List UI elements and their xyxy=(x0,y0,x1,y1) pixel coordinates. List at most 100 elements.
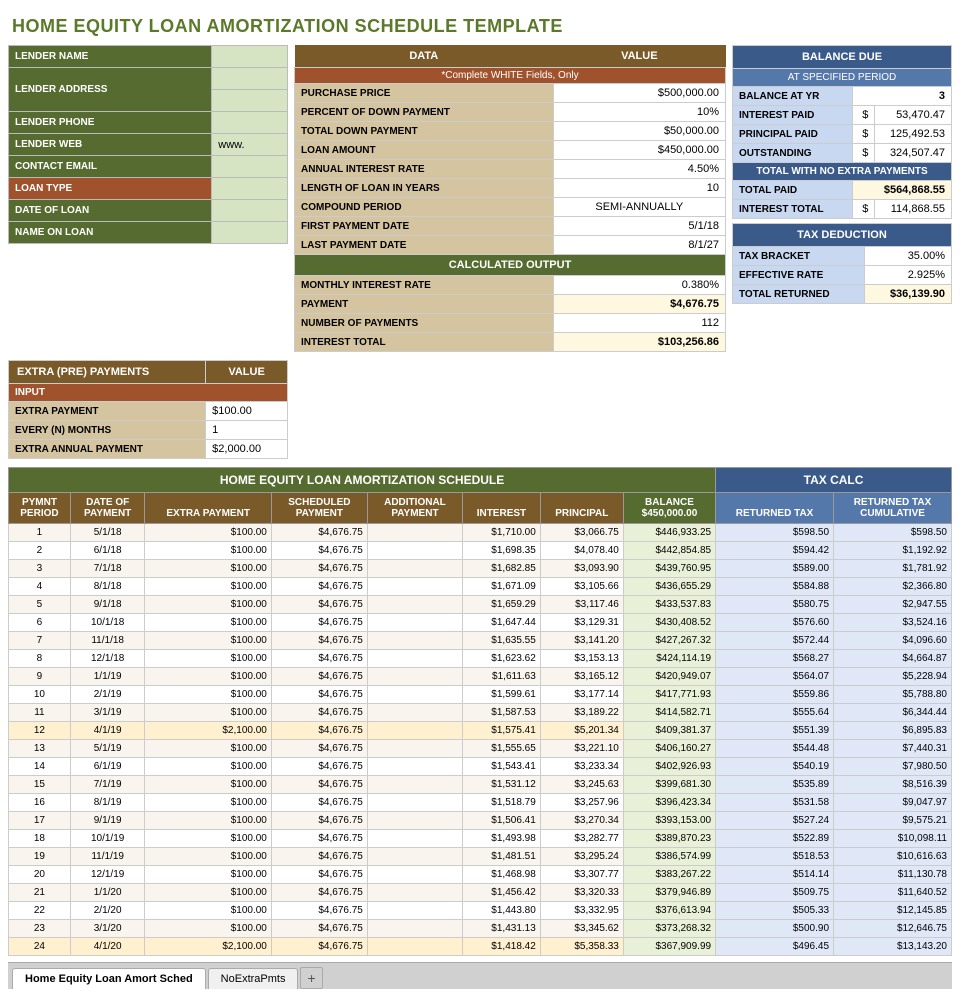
table-row: 59/1/18$100.00$4,676.75$1,659.29$3,117.4… xyxy=(9,596,952,614)
interest-paid-label: INTEREST PAID xyxy=(733,106,853,125)
table-row: TOTAL DOWN PAYMENT $50,000.00 xyxy=(295,122,726,141)
every-n-months-label: EVERY (N) MONTHS xyxy=(9,421,206,440)
last-payment-date-label: LAST PAYMENT DATE xyxy=(295,236,554,255)
tab-home-equity[interactable]: Home Equity Loan Amort Sched xyxy=(12,968,206,989)
date-of-loan-value[interactable] xyxy=(212,200,288,222)
lender-phone-value[interactable] xyxy=(212,112,288,134)
balance-due-title: BALANCE DUE xyxy=(733,46,952,69)
principal-paid-symbol: $ xyxy=(853,125,875,144)
table-row: EXTRA (PRE) PAYMENTS VALUE xyxy=(9,361,288,384)
first-payment-date-label: FIRST PAYMENT DATE xyxy=(295,217,554,236)
loan-type-label: LOAN TYPE xyxy=(9,178,212,200)
table-row: 1810/1/19$100.00$4,676.75$1,493.98$3,282… xyxy=(9,830,952,848)
extra-payment-label: EXTRA PAYMENT xyxy=(9,402,206,421)
table-row: 124/1/19$2,100.00$4,676.75$1,575.41$5,20… xyxy=(9,722,952,740)
col-additional: ADDITIONALPAYMENT xyxy=(367,493,462,524)
table-row: BALANCE DUE xyxy=(733,46,952,69)
lender-table: LENDER NAME LENDER ADDRESS LENDER PHONE … xyxy=(8,45,288,244)
table-row: DATE OF LOAN xyxy=(9,200,288,222)
principal-paid-label: PRINCIPAL PAID xyxy=(733,125,853,144)
table-row: EXTRA PAYMENT $100.00 xyxy=(9,402,288,421)
table-row: LENDER NAME xyxy=(9,46,288,68)
interest-total-label: INTEREST TOTAL xyxy=(295,333,554,352)
table-row: AT SPECIFIED PERIOD xyxy=(733,69,952,87)
table-row: EXTRA ANNUAL PAYMENT $2,000.00 xyxy=(9,440,288,459)
contact-email-label: CONTACT EMAIL xyxy=(9,156,212,178)
table-row: PYMNTPERIOD DATE OFPAYMENT EXTRA PAYMENT… xyxy=(9,493,952,524)
table-row: 233/1/20$100.00$4,676.75$1,431.13$3,345.… xyxy=(9,920,952,938)
table-row: 37/1/18$100.00$4,676.75$1,682.85$3,093.9… xyxy=(9,560,952,578)
table-row: LENDER WEB www. xyxy=(9,134,288,156)
table-row: LENGTH OF LOAN IN YEARS 10 xyxy=(295,179,726,198)
extra-payment-value[interactable]: $100.00 xyxy=(206,402,288,421)
table-row: 102/1/19$100.00$4,676.75$1,599.61$3,177.… xyxy=(9,686,952,704)
tab-bar: Home Equity Loan Amort Sched NoExtraPmts… xyxy=(8,962,952,989)
contact-email-value[interactable] xyxy=(212,156,288,178)
extra-payments-section: EXTRA (PRE) PAYMENTS VALUE INPUT EXTRA P… xyxy=(8,360,288,459)
name-on-loan-value[interactable] xyxy=(212,222,288,244)
table-row: NUMBER OF PAYMENTS 112 xyxy=(295,314,726,333)
table-row: COMPOUND PERIOD SEMI-ANNUALLY xyxy=(295,198,726,217)
interest-total-value: $103,256.86 xyxy=(553,333,725,352)
tax-bracket-value[interactable]: 35.00% xyxy=(865,247,952,266)
every-n-months-value[interactable]: 1 xyxy=(206,421,288,440)
col-period: PYMNTPERIOD xyxy=(9,493,71,524)
extra-annual-payment-value[interactable]: $2,000.00 xyxy=(206,440,288,459)
table-row: OUTSTANDING $ 324,507.47 xyxy=(733,144,952,163)
down-payment-pct-value[interactable]: 10% xyxy=(553,103,725,122)
interest-paid-value: 53,470.47 xyxy=(875,106,952,125)
last-payment-date-value: 8/1/27 xyxy=(553,236,725,255)
table-row: 48/1/18$100.00$4,676.75$1,671.09$3,105.6… xyxy=(9,578,952,596)
outstanding-label: OUTSTANDING xyxy=(733,144,853,163)
main-container: HOME EQUITY LOAN AMORTIZATION SCHEDULE T… xyxy=(0,0,960,997)
table-row: 26/1/18$100.00$4,676.75$1,698.35$4,078.4… xyxy=(9,542,952,560)
top-section: LENDER NAME LENDER ADDRESS LENDER PHONE … xyxy=(8,45,952,352)
outstanding-value: 324,507.47 xyxy=(875,144,952,163)
table-row: PERCENT OF DOWN PAYMENT 10% xyxy=(295,103,726,122)
first-payment-date-value[interactable]: 5/1/18 xyxy=(553,217,725,236)
table-row: TAX DEDUCTION xyxy=(733,224,952,247)
value-header: VALUE xyxy=(553,45,725,68)
interest-total-symbol: $ xyxy=(853,200,875,219)
middle-row: EXTRA (PRE) PAYMENTS VALUE INPUT EXTRA P… xyxy=(8,360,952,459)
loan-amount-value: $450,000.00 xyxy=(553,141,725,160)
table-row: LENDER ADDRESS xyxy=(9,68,288,90)
table-row: 168/1/19$100.00$4,676.75$1,518.79$3,257.… xyxy=(9,794,952,812)
tax-bracket-label: TAX BRACKET xyxy=(733,247,865,266)
compound-period-value[interactable]: SEMI-ANNUALLY xyxy=(553,198,725,217)
lender-section: LENDER NAME LENDER ADDRESS LENDER PHONE … xyxy=(8,45,288,352)
length-of-loan-value[interactable]: 10 xyxy=(553,179,725,198)
table-row: TOTAL PAID $564,868.55 xyxy=(733,181,952,200)
table-row: EVERY (N) MONTHS 1 xyxy=(9,421,288,440)
col-date: DATE OFPAYMENT xyxy=(70,493,145,524)
effective-rate-label: EFFECTIVE RATE xyxy=(733,266,865,285)
lender-address-value1[interactable] xyxy=(212,68,288,90)
purchase-price-value[interactable]: $500,000.00 xyxy=(553,84,725,103)
balance-due-subtitle: AT SPECIFIED PERIOD xyxy=(733,69,952,87)
total-paid-label: TOTAL PAID xyxy=(733,181,853,200)
amortization-section: HOME EQUITY LOAN AMORTIZATION SCHEDULE T… xyxy=(8,467,952,956)
loan-type-value[interactable] xyxy=(212,178,288,200)
lender-name-value[interactable] xyxy=(212,46,288,68)
balance-at-yr-value[interactable]: 3 xyxy=(853,87,952,106)
annual-interest-rate-value[interactable]: 4.50% xyxy=(553,160,725,179)
extra-payments-header: EXTRA (PRE) PAYMENTS xyxy=(9,361,206,384)
table-row: INTEREST TOTAL $103,256.86 xyxy=(295,333,726,352)
table-row: BALANCE AT YR 3 xyxy=(733,87,952,106)
right-section: BALANCE DUE AT SPECIFIED PERIOD BALANCE … xyxy=(732,45,952,352)
tab-no-extra-pmts[interactable]: NoExtraPmts xyxy=(208,968,299,989)
total-no-extra-header: TOTAL WITH NO EXTRA PAYMENTS xyxy=(733,163,952,181)
total-returned-label: TOTAL RETURNED xyxy=(733,285,865,304)
table-row: CALCULATED OUTPUT xyxy=(295,255,726,276)
table-row: 812/1/18$100.00$4,676.75$1,623.62$3,153.… xyxy=(9,650,952,668)
total-returned-value: $36,139.90 xyxy=(865,285,952,304)
length-of-loan-label: LENGTH OF LOAN IN YEARS xyxy=(295,179,554,198)
lender-address-value2[interactable] xyxy=(212,90,288,112)
col-scheduled: SCHEDULEDPAYMENT xyxy=(271,493,367,524)
table-row: 113/1/19$100.00$4,676.75$1,587.53$3,189.… xyxy=(9,704,952,722)
lender-web-value[interactable]: www. xyxy=(212,134,288,156)
tab-add-button[interactable]: + xyxy=(300,967,322,989)
total-down-payment-value: $50,000.00 xyxy=(553,122,725,141)
amort-main-header: HOME EQUITY LOAN AMORTIZATION SCHEDULE xyxy=(9,468,716,493)
table-row: INTEREST TOTAL $ 114,868.55 xyxy=(733,200,952,219)
